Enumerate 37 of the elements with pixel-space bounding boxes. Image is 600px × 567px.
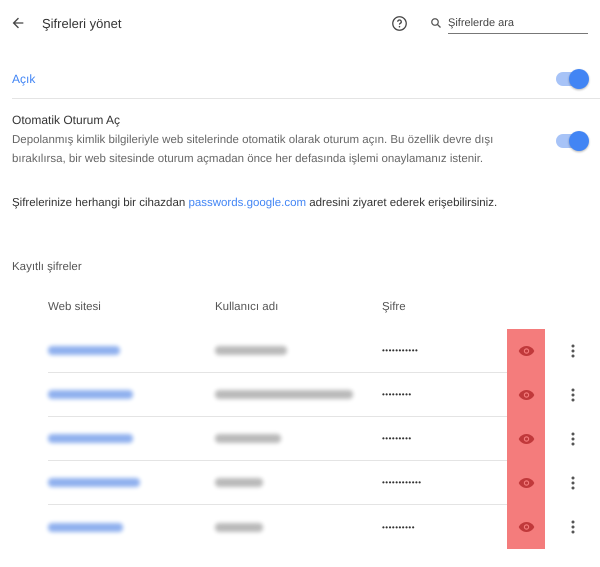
masked-password: ••••••••• bbox=[382, 434, 412, 443]
section-title: Kayıtlı şifreler bbox=[11, 261, 83, 273]
blurred-username bbox=[215, 346, 287, 355]
eye-icon bbox=[518, 433, 534, 445]
passwords-link[interactable]: passwords.google.com bbox=[188, 197, 306, 209]
more-vert-icon bbox=[570, 432, 574, 446]
eye-icon bbox=[518, 389, 534, 401]
eye-icon bbox=[518, 345, 534, 357]
masked-password: ••••••••••• bbox=[382, 346, 418, 355]
blurred-username bbox=[215, 478, 263, 487]
show-password-button[interactable] bbox=[507, 505, 545, 549]
help-icon[interactable] bbox=[391, 14, 408, 32]
toggle-label: Açık bbox=[12, 72, 36, 86]
page-title: Şifreleri yönet bbox=[42, 16, 122, 30]
toggle-switch[interactable] bbox=[556, 134, 586, 148]
eye-icon bbox=[518, 477, 534, 489]
blurred-username bbox=[215, 522, 263, 532]
masked-password: •••••••••• bbox=[382, 522, 416, 532]
info-text: Şifrelerinize herhangi bir cihazdan passwords.google.com adresini ziyaret ederek erişebilirsiniz. bbox=[11, 197, 498, 209]
column-header: Web sitesi bbox=[48, 300, 102, 315]
setting-description: Depolanmış kimlik bilgileriyle web sitelerinde otomatik olarak oturum açın. Bu özellik devre dışı bırakılırsa, bir web sitesinde oturum açmadan önce her defasında işlemi onaylamanız istenir. bbox=[12, 133, 494, 167]
eye-icon bbox=[518, 521, 534, 533]
search-icon bbox=[430, 17, 442, 29]
back-arrow-icon[interactable] bbox=[10, 15, 26, 31]
more-vert-icon bbox=[570, 476, 574, 490]
more-vert-icon bbox=[570, 520, 574, 534]
setting-title: Otomatik Oturum Aç bbox=[12, 113, 122, 127]
blurred-username bbox=[215, 434, 281, 443]
blurred-website bbox=[48, 346, 120, 355]
toggle-switch[interactable] bbox=[556, 72, 586, 86]
masked-password: ••••••••• bbox=[382, 390, 412, 399]
column-header: Kullanıcı adı bbox=[215, 300, 280, 315]
masked-password: •••••••••••• bbox=[382, 478, 422, 487]
more-vert-icon bbox=[570, 344, 574, 358]
column-header: Şifre bbox=[382, 300, 407, 315]
show-password-button[interactable] bbox=[507, 329, 545, 373]
more-vert-icon bbox=[570, 388, 574, 402]
